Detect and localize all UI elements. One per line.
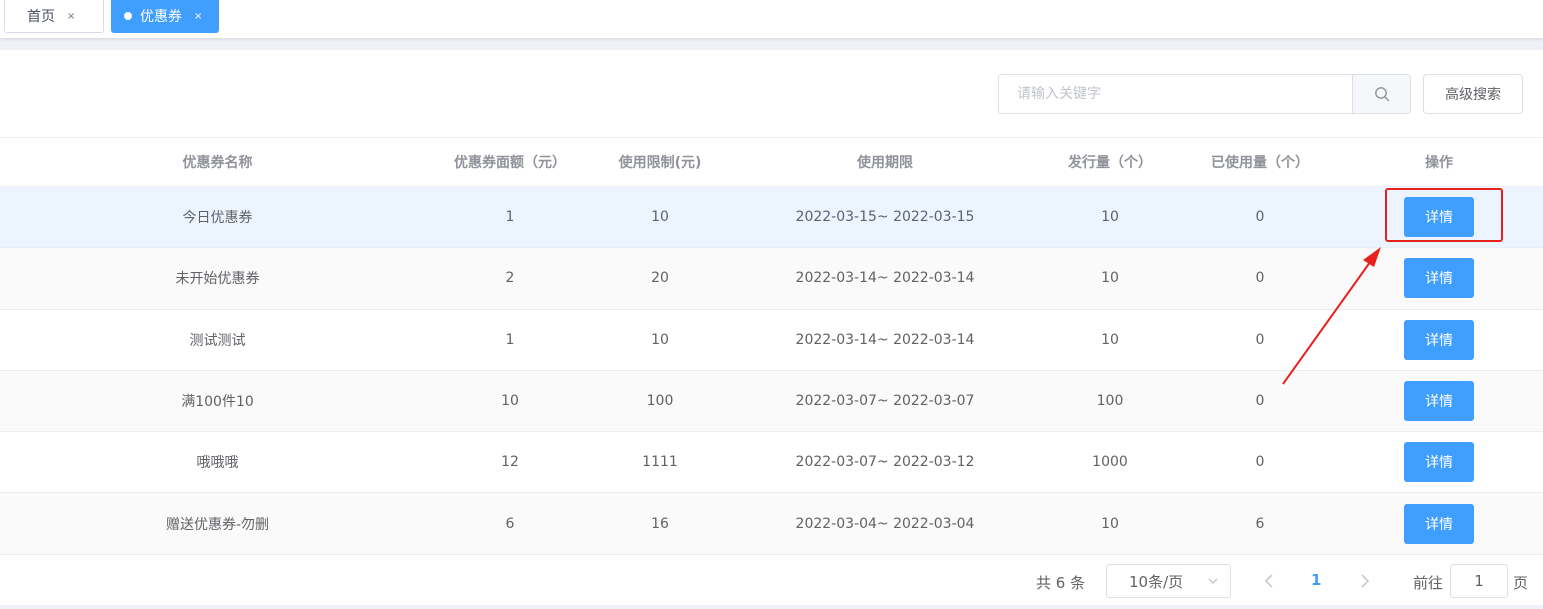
detail-button[interactable]: 详情 [1404, 197, 1474, 238]
coupon-name: 今日优惠券 [182, 210, 253, 227]
column-header[interactable]: 使用期限 [735, 152, 1035, 172]
coupon-name: 满100件10 [181, 394, 254, 411]
pagination-total: 共 6 条 [1036, 574, 1086, 592]
tab-label: 优惠券 [140, 9, 182, 25]
column-header[interactable]: 优惠券名称 [0, 152, 435, 172]
coupon-name: 测试测试 [189, 332, 246, 349]
table-row[interactable]: 哦哦哦 12 1111 2022-03-07~ 2022-03-12 1000 … [0, 432, 1543, 494]
coupon-period: 2022-03-14~ 2022-03-14 [795, 331, 975, 348]
pagination: 共 6 条 10条/页 1 前往 页 [0, 564, 1543, 600]
coupon-amount: 1 [505, 209, 515, 226]
tab-label: 首页 [27, 9, 55, 25]
page-size-value: 10条/页 [1129, 572, 1184, 591]
coupon-issued: 100 [1096, 393, 1124, 410]
search-button[interactable] [1352, 75, 1410, 113]
coupon-limit: 20 [651, 270, 669, 287]
coupon-name: 赠送优惠券-勿删 [165, 516, 270, 533]
advanced-search-button[interactable]: 高级搜索 [1423, 74, 1523, 114]
column-header: 操作 [1425, 155, 1453, 171]
column-header[interactable]: 使用限制(元) [585, 152, 735, 172]
coupon-amount: 12 [501, 454, 519, 471]
chevron-left-icon[interactable] [1262, 572, 1276, 590]
divider [0, 605, 1543, 609]
coupon-period: 2022-03-07~ 2022-03-12 [795, 454, 975, 471]
column-header[interactable]: 已使用量（个） [1185, 152, 1335, 172]
coupon-name: 哦哦哦 [196, 455, 239, 472]
detail-button[interactable]: 详情 [1404, 381, 1474, 422]
coupon-limit: 10 [651, 331, 669, 348]
annotation-arrow [1282, 247, 1381, 385]
goto-label: 前往 [1413, 574, 1444, 592]
tab-coupon[interactable]: 优惠券 × [111, 0, 219, 33]
coupon-period: 2022-03-14~ 2022-03-14 [795, 270, 975, 287]
coupon-issued: 10 [1101, 515, 1119, 532]
tab-home[interactable]: 首页 × [4, 0, 104, 33]
active-dot-icon [124, 12, 132, 20]
table-row[interactable]: 赠送优惠券-勿删 6 16 2022-03-04~ 2022-03-04 10 … [0, 493, 1543, 555]
table-header: 优惠券名称 优惠券面额（元） 使用限制(元) 使用期限 发行量（个） 已使用量（… [0, 137, 1543, 187]
column-header[interactable]: 发行量（个） [1035, 152, 1185, 172]
coupon-issued: 10 [1101, 209, 1119, 226]
coupon-used: 0 [1255, 454, 1265, 471]
page-size-select[interactable]: 10条/页 [1106, 564, 1231, 598]
action-cell: 详情 [1335, 442, 1543, 483]
detail-button[interactable]: 详情 [1404, 319, 1474, 360]
search-icon [1374, 87, 1389, 102]
divider [0, 38, 1543, 50]
coupon-issued: 10 [1101, 270, 1119, 287]
coupon-used: 0 [1255, 209, 1265, 226]
coupon-period: 2022-03-04~ 2022-03-04 [795, 515, 975, 532]
chevron-right-icon[interactable] [1358, 572, 1372, 590]
detail-button[interactable]: 详情 [1404, 442, 1474, 483]
coupon-limit: 16 [651, 515, 669, 532]
coupon-amount: 10 [501, 393, 519, 410]
coupon-amount: 2 [505, 270, 515, 287]
search-input[interactable] [999, 75, 1352, 113]
close-icon[interactable]: × [194, 11, 202, 22]
action-cell: 详情 [1335, 197, 1543, 238]
coupon-issued: 1000 [1092, 454, 1128, 471]
coupon-limit: 10 [651, 209, 669, 226]
coupon-amount: 1 [505, 331, 515, 348]
coupon-issued: 10 [1101, 331, 1119, 348]
coupon-limit: 100 [646, 393, 674, 410]
detail-button[interactable]: 详情 [1404, 258, 1474, 299]
chevron-down-icon [1208, 578, 1218, 584]
coupon-limit: 1111 [642, 454, 678, 471]
search-box [998, 74, 1411, 114]
column-header[interactable]: 优惠券面额（元） [435, 152, 585, 172]
close-icon[interactable]: × [67, 11, 75, 22]
tabs-bar: 首页 × 优惠券 × [0, 0, 1543, 38]
coupon-used: 6 [1255, 515, 1265, 532]
page-suffix-label: 页 [1513, 574, 1529, 592]
detail-button[interactable]: 详情 [1404, 503, 1474, 544]
coupon-amount: 6 [505, 515, 515, 532]
coupon-period: 2022-03-07~ 2022-03-07 [795, 393, 975, 410]
page-number-current[interactable]: 1 [1311, 571, 1321, 589]
coupon-period: 2022-03-15~ 2022-03-15 [795, 209, 975, 226]
coupon-name: 未开始优惠券 [175, 271, 260, 288]
goto-page-input[interactable] [1450, 564, 1508, 598]
action-cell: 详情 [1335, 503, 1543, 544]
